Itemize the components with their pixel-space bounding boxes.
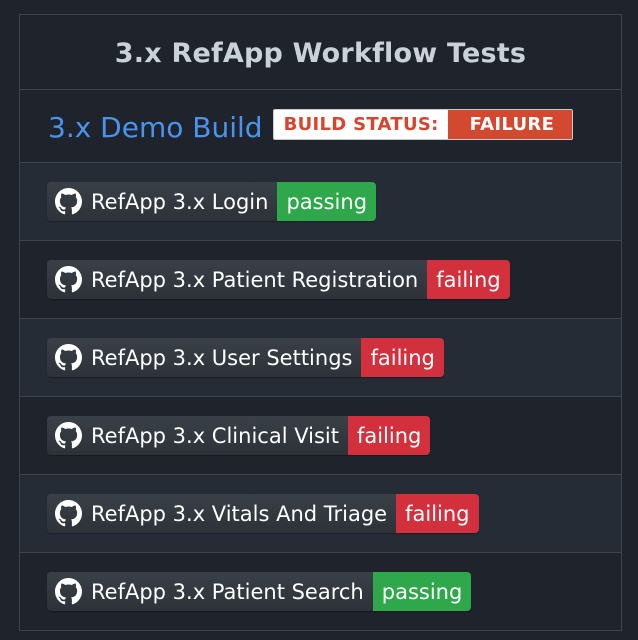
build-row: 3.x Demo Build BUILD STATUS: FAILURE [19,90,622,163]
workflow-label: RefApp 3.x User Settings [91,345,353,370]
demo-build-link[interactable]: 3.x Demo Build [48,111,263,144]
workflow-badge-login[interactable]: RefApp 3.x Login passing [47,182,377,221]
github-icon [55,344,82,371]
workflow-badge-patient-registration[interactable]: RefApp 3.x Patient Registration failing [47,260,510,299]
build-status-badge[interactable]: BUILD STATUS: FAILURE [272,108,574,140]
github-icon [55,422,82,449]
workflow-label: RefApp 3.x Login [91,189,269,214]
github-icon [55,500,82,527]
workflow-tests-table: 3.x RefApp Workflow Tests 3.x Demo Build… [19,14,622,631]
workflow-label: RefApp 3.x Patient Search [91,579,364,604]
workflow-row: RefApp 3.x Patient Search passing [19,553,622,631]
workflow-badge-clinical-visit[interactable]: RefApp 3.x Clinical Visit failing [47,416,431,455]
workflow-badge-left: RefApp 3.x Patient Search [47,572,373,611]
github-icon [55,188,82,215]
workflow-badge-user-settings[interactable]: RefApp 3.x User Settings failing [47,338,444,377]
workflow-row: RefApp 3.x Vitals And Triage failing [19,475,622,553]
status-badge: failing [361,338,444,377]
page-title: 3.x RefApp Workflow Tests [114,37,527,69]
build-status-label: BUILD STATUS: [273,109,448,139]
status-badge: failing [427,260,510,299]
github-icon [55,578,82,605]
workflow-badge-left: RefApp 3.x User Settings [47,338,362,377]
status-badge: passing [277,182,377,221]
github-icon [55,266,82,293]
workflow-badge-left: RefApp 3.x Patient Registration [47,260,428,299]
workflow-badge-left: RefApp 3.x Clinical Visit [47,416,348,455]
workflow-row: RefApp 3.x Patient Registration failing [19,241,622,319]
build-status-value: FAILURE [447,109,573,139]
workflow-badge-patient-search[interactable]: RefApp 3.x Patient Search passing [47,572,472,611]
status-badge: failing [396,494,479,533]
workflow-badge-left: RefApp 3.x Vitals And Triage [47,494,397,533]
workflow-label: RefApp 3.x Clinical Visit [91,423,339,448]
workflow-row: RefApp 3.x Login passing [19,163,622,241]
workflow-row: RefApp 3.x User Settings failing [19,319,622,397]
workflow-label: RefApp 3.x Patient Registration [91,267,419,292]
table-header: 3.x RefApp Workflow Tests [19,14,622,90]
workflow-badge-vitals-and-triage[interactable]: RefApp 3.x Vitals And Triage failing [47,494,479,533]
workflow-label: RefApp 3.x Vitals And Triage [91,501,388,526]
status-badge: failing [347,416,431,455]
status-badge: passing [372,572,472,611]
workflow-row: RefApp 3.x Clinical Visit failing [19,397,622,475]
workflow-badge-left: RefApp 3.x Login [47,182,278,221]
